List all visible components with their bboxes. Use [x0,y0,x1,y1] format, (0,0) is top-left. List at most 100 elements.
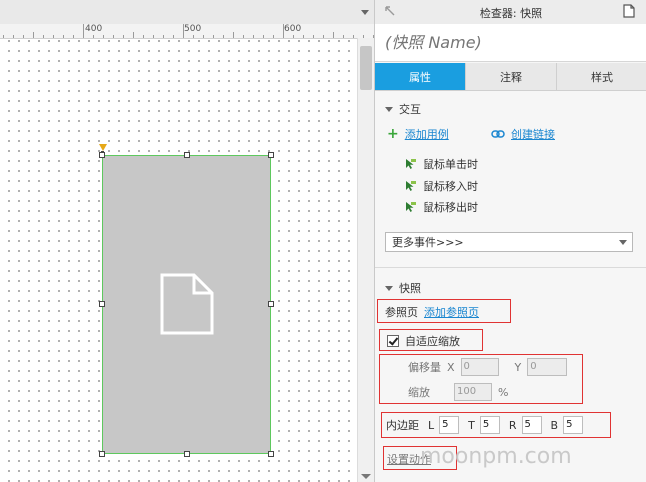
ruler-tick [123,35,124,38]
resize-handle-n[interactable] [184,152,190,158]
ruler-tick [253,35,254,38]
chevron-down-icon [385,285,393,291]
plus-icon: + [387,126,399,142]
ruler-tick [223,35,224,38]
pad-left-input[interactable]: 5 [439,416,460,434]
canvas-menu-arrow-icon[interactable] [361,10,369,15]
pad-bottom-input[interactable]: 5 [563,416,584,434]
cursor-event-icon [406,159,416,169]
offset-x-input[interactable]: 0 [460,358,499,376]
ruler-label: 500 [184,24,202,34]
resize-handle-e[interactable] [268,301,274,307]
pad-top-input[interactable]: 5 [479,416,500,434]
add-case-button[interactable]: + 添加用例 [387,126,449,142]
tab-properties[interactable]: 属性 [375,63,466,90]
scale-label: 缩放 [408,386,430,399]
page-icon[interactable] [623,4,635,18]
resize-handle-w[interactable] [99,301,105,307]
auto-fit-row[interactable]: 自适应缩放 [387,333,460,349]
offset-y-input[interactable]: 0 [527,358,568,376]
ruler-tick [323,35,324,38]
document-icon [160,273,214,335]
pad-top-label: T [468,418,475,432]
ruler-tick [3,35,4,38]
design-canvas[interactable]: 400 500 600 [0,0,374,482]
interaction-heading: 交互 [399,103,421,116]
ruler-tick [173,35,174,38]
pad-left-label: L [428,418,435,432]
ruler-tick [143,35,144,38]
tab-style[interactable]: 样式 [557,63,646,90]
ruler-tick [243,35,244,38]
ruler-tick [63,35,64,38]
add-case-link[interactable]: 添加用例 [405,126,449,142]
ruler-tick [113,35,114,38]
pad-right-label: R [508,418,517,432]
event-item-click[interactable]: 鼠标单击时 [405,156,478,172]
ruler-tick [133,32,134,38]
cursor-event-icon [406,181,416,191]
add-ref-page-link[interactable]: 添加参照页 [424,304,479,320]
inspector-panel: 检查器: 快照 属性 注释 样式 交互 + 添加用例 创建链接 鼠标单击时 [374,0,646,482]
ruler-tick [333,32,334,38]
ruler-tick [313,35,314,38]
watermark: moonpm.com [420,444,572,469]
event-label: 鼠标移入时 [423,180,478,193]
snapshot-heading: 快照 [399,282,421,295]
scale-unit: % [498,385,509,399]
rotation-anchor-icon[interactable] [99,144,107,151]
ruler-tick [283,24,284,38]
resize-handle-nw[interactable] [99,152,105,158]
pad-bottom-label: B [550,418,559,432]
tab-notes[interactable]: 注释 [466,63,557,90]
ruler-label: 400 [85,24,103,34]
create-link-button[interactable]: 创建链接 [491,126,555,142]
resize-handle-sw[interactable] [99,451,105,457]
interaction-section-header[interactable]: 交互 [385,101,421,117]
create-link-link[interactable]: 创建链接 [511,126,555,142]
resize-handle-ne[interactable] [268,152,274,158]
horizontal-ruler: 400 500 600 [0,24,374,39]
more-events-select[interactable]: 更多事件>>> [385,232,633,252]
scale-input[interactable]: 100 [454,383,492,401]
ruler-tick [213,35,214,38]
dropdown-arrow-icon [619,240,627,245]
scale-row: 缩放 100 % [408,383,508,401]
scrollbar-thumb[interactable] [360,46,372,90]
ref-page-row: 参照页 添加参照页 [385,304,479,320]
ruler-tick [53,35,54,38]
offset-row: 偏移量 X 0 Y 0 [408,358,568,376]
padding-row: 内边距 L 5 T 5 R 5 B 5 [386,416,584,434]
chain-link-icon [491,130,505,138]
ruler-tick [23,35,24,38]
scroll-down-arrow-icon[interactable] [361,474,371,479]
ruler-tick [263,35,264,38]
ref-page-label: 参照页 [385,306,418,319]
padding-label: 内边距 [386,419,419,432]
resize-handle-s[interactable] [184,451,190,457]
widget-name-input[interactable] [375,24,646,62]
auto-fit-label: 自适应缩放 [405,335,460,348]
ruler-tick [233,32,234,38]
event-item-mouseleave[interactable]: 鼠标移出时 [405,199,478,215]
event-label: 鼠标单击时 [423,158,478,171]
cursor-event-icon [406,202,416,212]
offset-x-label: X [447,360,455,374]
inspector-title: 检查器: 快照 [479,7,543,20]
pad-right-input[interactable]: 5 [521,416,542,434]
inspector-header: 检查器: 快照 [375,0,646,25]
ruler-tick [33,32,34,38]
ruler-label: 600 [284,24,302,34]
event-item-mouseenter[interactable]: 鼠标移入时 [405,178,478,194]
ruler-tick [183,24,184,38]
snapshot-section-header[interactable]: 快照 [385,280,421,296]
section-divider [375,267,646,268]
resize-handle-se[interactable] [268,451,274,457]
ruler-tick [293,35,294,38]
ruler-tick [353,35,354,38]
event-label: 鼠标移出时 [423,201,478,214]
vertical-scrollbar[interactable] [357,38,374,482]
auto-fit-checkbox[interactable] [387,335,399,347]
inspector-tabs: 属性 注释 样式 [375,63,646,91]
chevron-down-icon [385,106,393,112]
